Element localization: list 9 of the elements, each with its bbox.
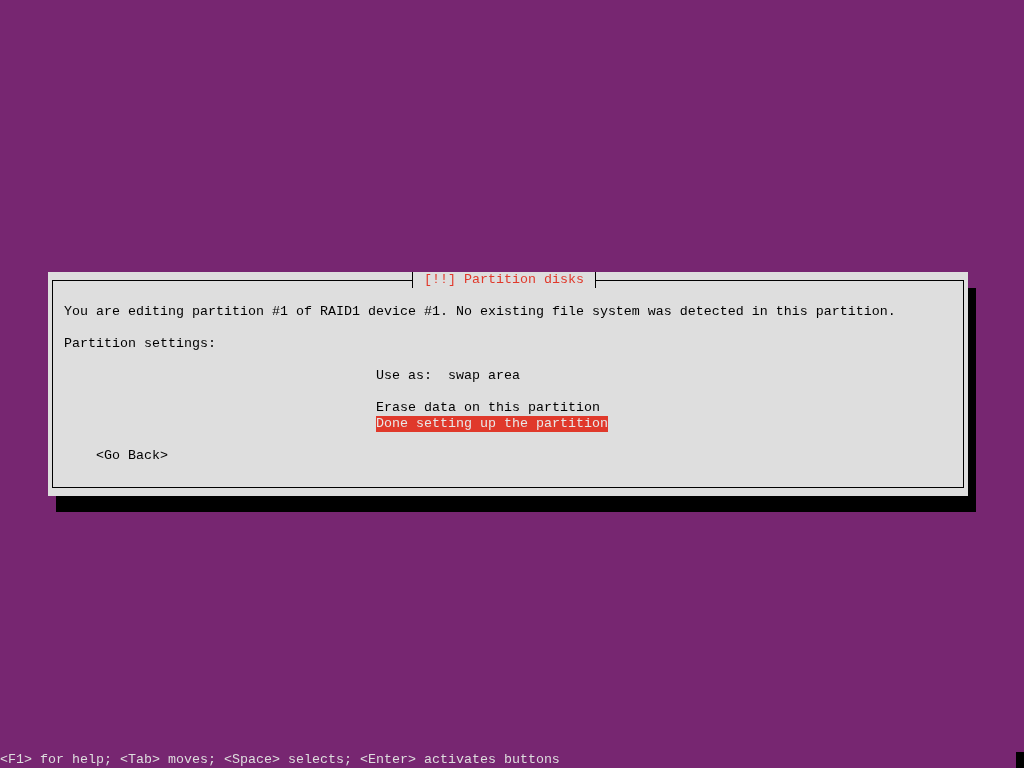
- help-status-text: <F1> for help; <Tab> moves; <Space> selects; <Enter> activates buttons: [0, 752, 560, 768]
- dialog-title: [!!] Partition disks: [412, 272, 596, 288]
- section-label: Partition settings:: [64, 336, 216, 352]
- menu-item[interactable]: Use as: swap area: [376, 368, 520, 384]
- menu-item[interactable]: Done setting up the partition: [376, 416, 608, 432]
- cursor-icon: [1016, 752, 1024, 768]
- go-back-button[interactable]: <Go Back>: [96, 448, 168, 464]
- menu-item[interactable]: Erase data on this partition: [376, 400, 600, 416]
- message-text: You are editing partition #1 of RAID1 device #1. No existing file system was detected in this partition.: [64, 304, 896, 320]
